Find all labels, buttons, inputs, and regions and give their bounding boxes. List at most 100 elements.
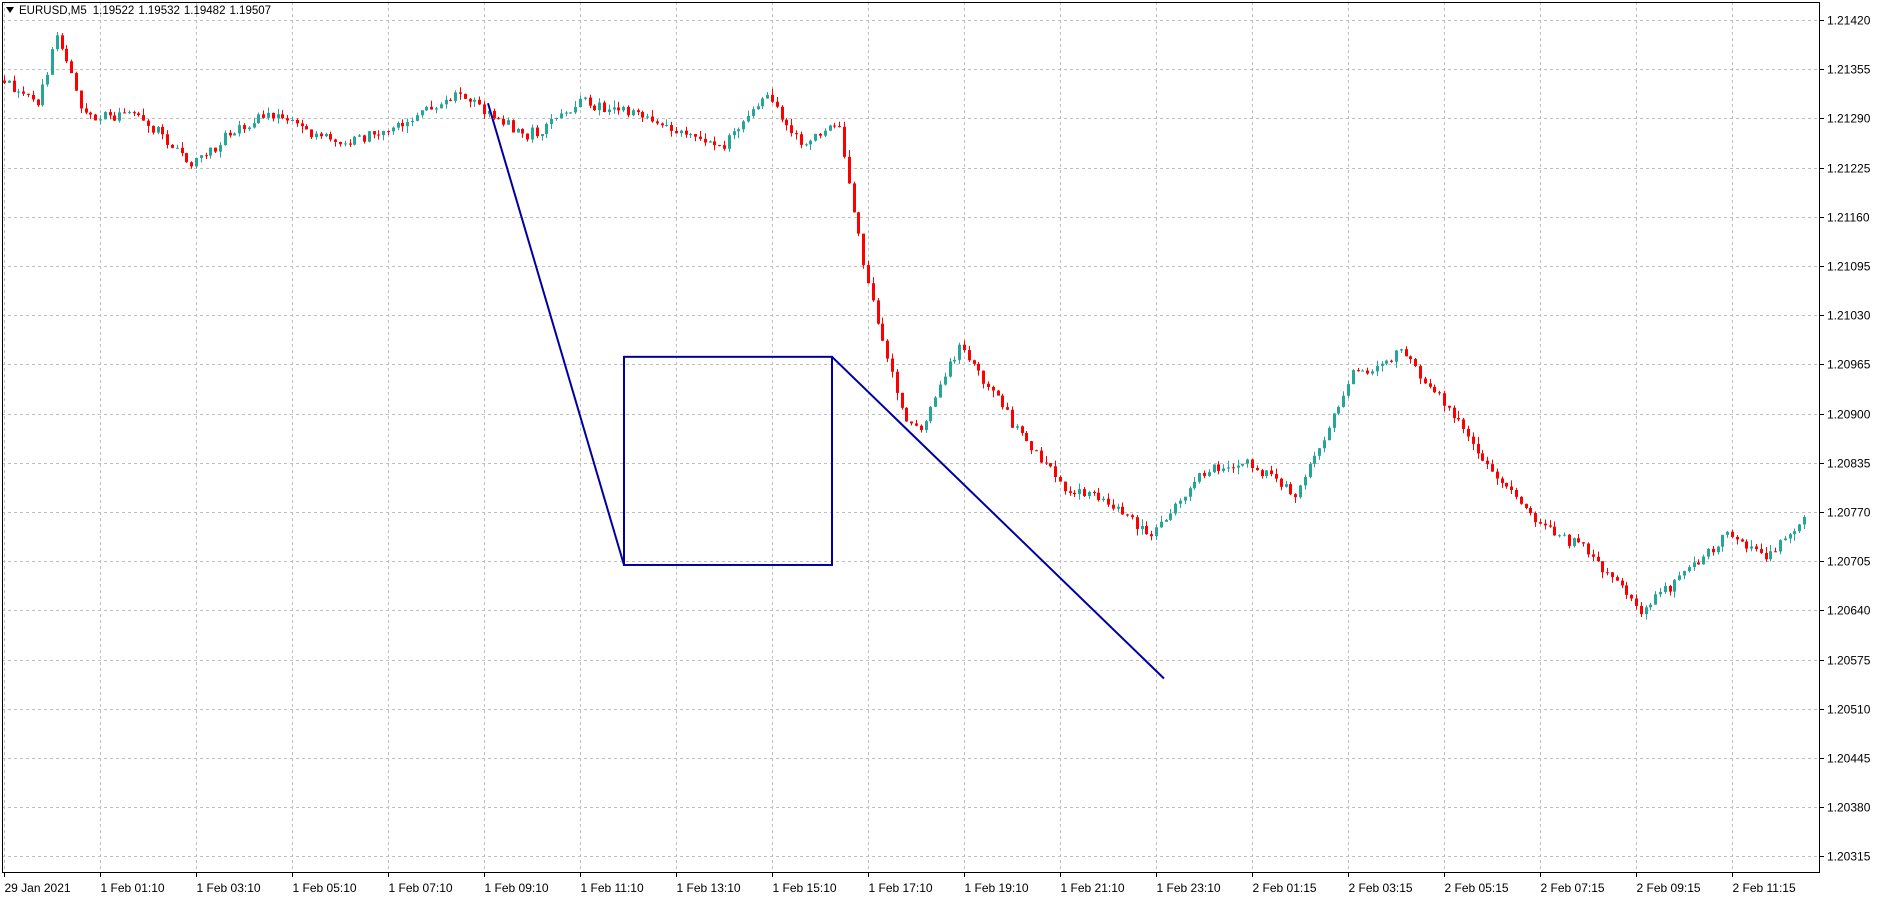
- candle-body: [435, 108, 438, 110]
- candle-body: [1505, 482, 1508, 487]
- candle-body: [915, 423, 918, 426]
- candle-body: [1006, 407, 1009, 410]
- candle-body: [1798, 524, 1801, 532]
- candle-body: [685, 130, 688, 135]
- candle-body: [133, 112, 136, 114]
- candle-body: [349, 143, 352, 145]
- candle-body: [1736, 536, 1739, 540]
- candle-body: [464, 93, 467, 99]
- x-tick-label: 1 Feb 21:10: [1061, 881, 1125, 895]
- price-chart[interactable]: 1.21420 1.21355 1.21290 1.21225 1.21160 1.210…: [0, 0, 1879, 900]
- candle-body: [973, 360, 976, 364]
- candle-body: [339, 141, 342, 145]
- candle-body: [910, 421, 913, 424]
- candle-body: [982, 370, 985, 384]
- candle-body: [161, 126, 164, 135]
- candle-body: [1697, 562, 1700, 565]
- candle-body: [1217, 464, 1220, 471]
- candle-body: [1707, 548, 1710, 557]
- candle-body: [32, 94, 35, 100]
- candle-body: [728, 135, 731, 149]
- candle-body: [1659, 591, 1662, 595]
- candle-body: [305, 126, 308, 130]
- candle-body: [637, 110, 640, 113]
- candle-body: [1390, 360, 1393, 362]
- candle-body: [1803, 517, 1806, 525]
- candle-body: [613, 107, 616, 110]
- candle-body: [281, 114, 284, 119]
- candle-body: [1121, 506, 1124, 515]
- candle-body: [310, 129, 313, 138]
- candle-body: [536, 127, 539, 137]
- candle-body: [1179, 500, 1182, 504]
- candle-body: [929, 406, 932, 422]
- candle-body: [958, 344, 961, 360]
- candle-body: [425, 106, 428, 111]
- candle-body: [1227, 467, 1230, 469]
- candle-body: [723, 145, 726, 149]
- candle-body: [1304, 476, 1307, 486]
- candle-body: [1097, 492, 1100, 500]
- candle-body: [713, 141, 716, 146]
- x-tick-label: 2 Feb 11:15: [1733, 881, 1796, 895]
- candle-body: [502, 118, 505, 125]
- candle-body: [766, 94, 769, 99]
- candle-body: [85, 108, 88, 113]
- candle-body: [1165, 519, 1168, 522]
- candle-body: [1145, 526, 1148, 535]
- candle-body: [1102, 498, 1105, 500]
- x-tick-label: 1 Feb 13:10: [677, 881, 741, 895]
- candle-body: [1702, 556, 1705, 565]
- candle-body: [1611, 572, 1614, 578]
- y-tick-label: 1.21030: [1827, 309, 1871, 323]
- candle-body: [1645, 607, 1648, 615]
- candle-body: [368, 131, 371, 142]
- candle-body: [363, 135, 366, 142]
- x-tick-label: 2 Feb 09:15: [1637, 881, 1701, 895]
- candle-body: [80, 90, 83, 109]
- low-value: 1.19482: [183, 5, 226, 17]
- candle-body: [99, 119, 102, 121]
- candle-body: [1376, 365, 1379, 372]
- candle-body: [521, 128, 524, 134]
- candle-body: [229, 132, 232, 136]
- candle-body: [1160, 521, 1163, 528]
- candle-body: [531, 127, 534, 140]
- candle-body: [1093, 491, 1096, 493]
- candle-body: [257, 114, 260, 124]
- candle-body: [1064, 481, 1067, 492]
- candle-body: [1265, 470, 1268, 477]
- candle-body: [829, 125, 832, 131]
- candle-body: [819, 133, 822, 136]
- candle-body: [1568, 534, 1571, 546]
- candle-body: [1649, 604, 1652, 608]
- candle-body: [526, 133, 529, 140]
- candle-body: [1337, 406, 1340, 414]
- candle-body: [805, 144, 808, 146]
- candle-body: [1035, 450, 1038, 452]
- candle-body: [809, 140, 812, 145]
- candle-body: [790, 125, 793, 134]
- candle-body: [1784, 538, 1787, 541]
- candle-body: [785, 119, 788, 126]
- candle-body: [104, 112, 107, 120]
- candle-body: [1025, 432, 1028, 442]
- candle-body: [1371, 371, 1374, 374]
- candle-body: [1073, 492, 1076, 495]
- candle-body: [1141, 526, 1144, 529]
- chart-svg[interactable]: 1.21420 1.21355 1.21290 1.21225 1.21160 1.210…: [0, 0, 1879, 900]
- candle-body: [1318, 448, 1321, 456]
- candle-body: [1054, 466, 1057, 478]
- candle-body: [1198, 473, 1201, 482]
- candle-body: [1131, 515, 1134, 518]
- candle-body: [1582, 542, 1585, 544]
- candle-body: [473, 99, 476, 102]
- candle-body: [123, 112, 126, 114]
- candle-body: [608, 109, 611, 113]
- candle-body: [867, 265, 870, 284]
- candle-body: [1285, 484, 1288, 487]
- open-value: 1.19522: [92, 5, 135, 17]
- candle-body: [1789, 534, 1792, 539]
- chevron-down-icon[interactable]: [6, 7, 14, 13]
- candle-body: [1534, 513, 1537, 523]
